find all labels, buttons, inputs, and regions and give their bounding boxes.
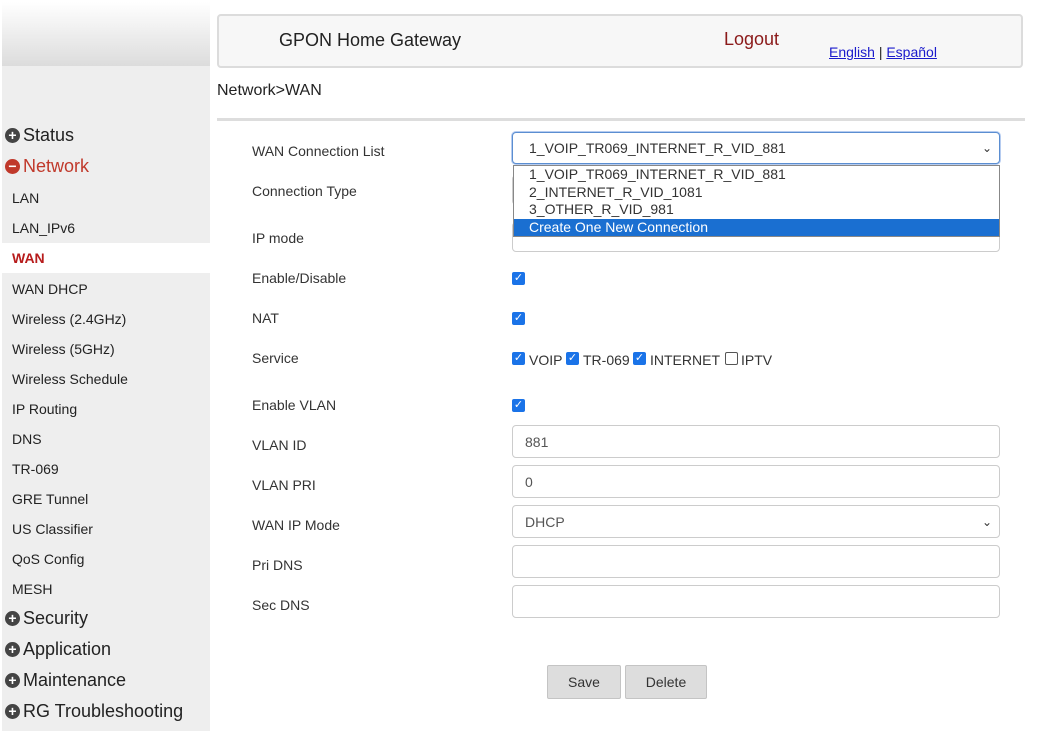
enable-vlan-label: Enable VLAN	[252, 397, 337, 413]
service-voip-label: VOIP	[529, 352, 563, 368]
sidebar-group-label: Application	[23, 639, 112, 659]
service-internet-checkbox[interactable]: ✓	[633, 352, 646, 365]
sidebar-item-qos-config[interactable]: QoS Config	[12, 551, 84, 567]
sidebar-group-label: Maintenance	[23, 670, 127, 690]
wan-connection-selected-value: 1_VOIP_TR069_INTERNET_R_VID_881	[529, 140, 786, 156]
sidebar-item-wireless-5[interactable]: Wireless (5GHz)	[12, 341, 115, 357]
lang-english-link[interactable]: English	[829, 44, 875, 60]
vlan-pri-input[interactable]: 0	[512, 465, 1000, 498]
sidebar-item-tr069[interactable]: TR-069	[12, 461, 59, 477]
lang-separator: |	[878, 44, 883, 60]
sidebar-group-rg-troubleshooting[interactable]: + RG Troubleshooting	[2, 696, 183, 727]
sidebar-item-lan-ipv6[interactable]: LAN_IPv6	[12, 220, 75, 236]
sidebar-group-label: Network	[23, 156, 90, 176]
sidebar-item-wan-dhcp[interactable]: WAN DHCP	[12, 281, 88, 297]
delete-button[interactable]: Delete	[625, 665, 707, 699]
dropdown-option[interactable]: 3_OTHER_R_VID_981	[514, 201, 999, 219]
service-tr069-checkbox[interactable]: ✓	[566, 352, 579, 365]
vlan-id-label: VLAN ID	[252, 437, 307, 453]
logo-area	[2, 2, 210, 66]
service-internet-label: INTERNET	[650, 352, 720, 368]
sidebar-group-label: Security	[23, 608, 89, 628]
sidebar-item-gre-tunnel[interactable]: GRE Tunnel	[12, 491, 88, 507]
lang-espanol-link[interactable]: Español	[886, 44, 937, 60]
connection-type-label: Connection Type	[252, 183, 357, 199]
sidebar-item-wireless-schedule[interactable]: Wireless Schedule	[12, 371, 128, 387]
language-switcher: English | Español	[829, 44, 937, 60]
sidebar-item-wireless-24[interactable]: Wireless (2.4GHz)	[12, 311, 126, 327]
vlan-id-value: 881	[525, 433, 549, 450]
sidebar-group-security[interactable]: + Security	[2, 603, 88, 634]
wan-connection-select[interactable]: 1_VOIP_TR069_INTERNET_R_VID_881 ⌄	[512, 132, 1000, 164]
minus-icon: −	[5, 159, 20, 174]
wan-ip-mode-label: WAN IP Mode	[252, 517, 340, 533]
vlan-pri-value: 0	[525, 473, 533, 490]
page-header: GPON Home Gateway Logout English | Españ…	[217, 14, 1023, 68]
wan-ip-mode-select[interactable]: DHCP ⌄	[512, 505, 1000, 538]
sidebar-item-mesh[interactable]: MESH	[12, 581, 52, 597]
plus-icon: +	[5, 642, 20, 657]
sidebar-item-us-classifier[interactable]: US Classifier	[12, 521, 93, 537]
sidebar-item-dns[interactable]: DNS	[12, 431, 42, 447]
sidebar-item-ip-routing[interactable]: IP Routing	[12, 401, 77, 417]
service-voip-checkbox[interactable]: ✓	[512, 352, 525, 365]
chevron-down-icon: ⌄	[981, 141, 993, 155]
vlan-id-input[interactable]: 881	[512, 425, 1000, 458]
wan-connection-dropdown: 1_VOIP_TR069_INTERNET_R_VID_881 2_INTERN…	[513, 165, 1000, 237]
breadcrumb: Network>WAN	[217, 82, 322, 99]
gateway-title: GPON Home Gateway	[279, 30, 462, 50]
sidebar-group-status[interactable]: + Status	[2, 120, 74, 151]
dropdown-option-create-new[interactable]: Create One New Connection	[514, 218, 999, 236]
service-tr069-label: TR-069	[583, 352, 630, 368]
plus-icon: +	[5, 673, 20, 688]
dropdown-option[interactable]: 2_INTERNET_R_VID_1081	[514, 184, 999, 202]
enable-disable-label: Enable/Disable	[252, 270, 347, 286]
wan-ip-mode-value: DHCP	[525, 513, 565, 530]
save-button[interactable]: Save	[547, 665, 621, 699]
logout-link[interactable]: Logout	[724, 29, 779, 50]
sidebar-item-lan[interactable]: LAN	[12, 190, 39, 206]
sec-dns-label: Sec DNS	[252, 597, 310, 613]
ip-mode-label: IP mode	[252, 230, 304, 246]
sec-dns-input[interactable]	[512, 585, 1000, 618]
dropdown-option[interactable]: 1_VOIP_TR069_INTERNET_R_VID_881	[514, 166, 999, 184]
divider	[217, 118, 1025, 121]
chevron-down-icon: ⌄	[981, 514, 993, 529]
wan-connection-list-label: WAN Connection List	[252, 143, 385, 159]
pri-dns-label: Pri DNS	[252, 557, 303, 573]
service-iptv-checkbox[interactable]	[725, 352, 738, 365]
service-iptv-label: IPTV	[741, 352, 773, 368]
sidebar: + Status − Network LAN LAN_IPv6 WAN WAN …	[2, 66, 210, 731]
sidebar-group-label: Status	[23, 125, 75, 145]
sidebar-item-wan[interactable]: WAN	[12, 250, 45, 266]
vlan-pri-label: VLAN PRI	[252, 477, 316, 493]
sidebar-group-maintenance[interactable]: + Maintenance	[2, 665, 126, 696]
pri-dns-input[interactable]	[512, 545, 1000, 578]
enable-vlan-checkbox[interactable]: ✓	[512, 399, 525, 412]
nat-label: NAT	[252, 310, 279, 326]
sidebar-group-label: RG Troubleshooting	[23, 701, 184, 721]
plus-icon: +	[5, 128, 20, 143]
plus-icon: +	[5, 704, 20, 719]
enable-checkbox[interactable]: ✓	[512, 272, 525, 285]
sidebar-group-application[interactable]: + Application	[2, 634, 111, 665]
nat-checkbox[interactable]: ✓	[512, 312, 525, 325]
sidebar-group-network[interactable]: − Network	[2, 151, 89, 182]
service-label: Service	[252, 350, 299, 366]
plus-icon: +	[5, 611, 20, 626]
